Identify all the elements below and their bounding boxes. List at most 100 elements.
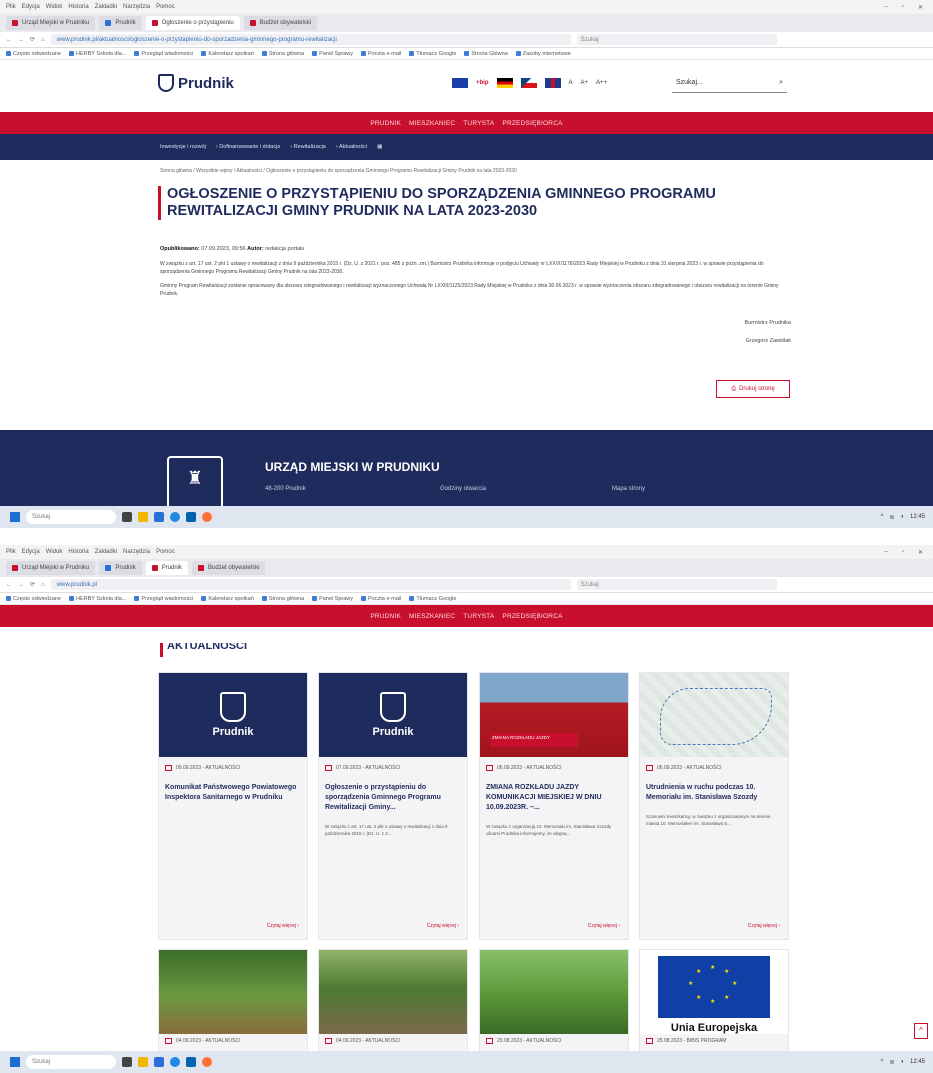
bookmark-item[interactable]: Strona Główna: [464, 51, 508, 57]
browser-tab[interactable]: Budżet obywatelski: [192, 561, 266, 575]
forward-icon[interactable]: →: [18, 37, 24, 43]
outlook-icon[interactable]: [186, 1057, 196, 1067]
edge-icon[interactable]: [154, 1057, 164, 1067]
main-menu-item[interactable]: PRZEDSIĘBIORCA: [502, 120, 562, 127]
outlook-icon[interactable]: [186, 512, 196, 522]
reload-icon[interactable]: ⟳: [30, 36, 35, 43]
site-logo[interactable]: Prudnik: [158, 74, 234, 92]
bookmark-item[interactable]: Zasoby internetowe: [515, 51, 571, 57]
german-flag-icon[interactable]: [496, 78, 513, 88]
menu-view[interactable]: Widok: [46, 549, 63, 555]
windows-start-icon[interactable]: [10, 1057, 20, 1067]
sub-menu-item[interactable]: › Dofinansowanie i dotacje: [216, 144, 281, 150]
menu-tools[interactable]: Narzędzia: [123, 4, 150, 10]
bookmark-item[interactable]: Tłumacz Google: [409, 51, 456, 57]
scroll-to-top-button[interactable]: ^: [914, 1023, 928, 1039]
bookmark-item[interactable]: Kalendarz spotkań: [201, 596, 254, 602]
minimize-icon[interactable]: –: [884, 4, 887, 11]
menu-help[interactable]: Pomoc: [156, 4, 175, 10]
task-view-icon[interactable]: [122, 1057, 132, 1067]
file-explorer-icon[interactable]: [138, 512, 148, 522]
news-card[interactable]: 06.09.2023 - AKTUALNOŚCI Utrudnienia w r…: [639, 672, 789, 940]
menu-edit[interactable]: Edycja: [22, 549, 40, 555]
bip-badge[interactable]: +bip: [476, 80, 489, 86]
main-menu-item[interactable]: TURYSTA: [463, 120, 494, 127]
bookmark-item[interactable]: Przegląd wiadomości: [134, 596, 193, 602]
browser-tab-active[interactable]: Ogłoszenie o przystąpieniu: [145, 16, 240, 30]
news-card[interactable]: Prudnik 07.09.2023 - AKTUALNOŚCI Ogłosze…: [318, 672, 468, 940]
forward-icon[interactable]: →: [18, 582, 24, 588]
menu-file[interactable]: Plik: [6, 4, 16, 10]
edge-icon[interactable]: [154, 512, 164, 522]
windows-start-icon[interactable]: [10, 512, 20, 522]
bookmark-item[interactable]: Często odwiedzane: [6, 596, 61, 602]
chrome-icon[interactable]: [170, 1057, 180, 1067]
menu-help[interactable]: Pomoc: [156, 549, 175, 555]
taskbar-search[interactable]: Szukaj: [26, 510, 116, 524]
news-card[interactable]: ★ ★ ★ ★ ★ ★ ★ ★ Unia Europejska 25.08.2023 - …: [639, 949, 789, 1053]
file-explorer-icon[interactable]: [138, 1057, 148, 1067]
czech-flag-icon[interactable]: [520, 78, 537, 88]
news-card[interactable]: Prudnik 09.09.2023 - AKTUALNOŚCI Komunik…: [158, 672, 308, 940]
read-more-link[interactable]: Czytaj więcej ›: [267, 923, 299, 929]
tray-chevron-icon[interactable]: ^: [881, 1059, 884, 1065]
bookmark-item[interactable]: Tłumacz Google: [409, 596, 456, 602]
back-icon[interactable]: ←: [6, 37, 12, 43]
bookmark-item[interactable]: HERBY Szkoła dla...: [69, 51, 126, 57]
chrome-icon[interactable]: [170, 512, 180, 522]
news-card[interactable]: ZMIANA ROZKŁADU JAZDY 06.09.2023 - AKTUA…: [479, 672, 629, 940]
menu-tools[interactable]: Narzędzia: [123, 549, 150, 555]
menu-bookmarks[interactable]: Zakładki: [95, 4, 117, 10]
font-size-normal[interactable]: A: [569, 80, 573, 86]
browser-tab-active[interactable]: Prudnik: [145, 561, 189, 575]
bookmark-item[interactable]: HERBY Szkoła dla...: [69, 596, 126, 602]
back-icon[interactable]: ←: [6, 582, 12, 588]
news-card[interactable]: 04.09.2023 - AKTUALNOŚCI: [318, 949, 468, 1053]
news-card[interactable]: 04.09.2023 - AKTUALNOŚCI: [158, 949, 308, 1053]
english-flag-icon[interactable]: [544, 78, 561, 88]
bookmark-item[interactable]: Strona główna: [261, 596, 304, 602]
footer-hours[interactable]: Godziny otwarcia: [440, 486, 486, 492]
reload-icon[interactable]: ⟳: [30, 581, 35, 588]
menu-history[interactable]: Historia: [68, 4, 88, 10]
read-more-link[interactable]: Czytaj więcej ›: [427, 923, 459, 929]
url-bar[interactable]: www.prudnik.pl/aktualnosci/ogloszenie-o-…: [50, 34, 571, 45]
menu-bookmarks[interactable]: Zakładki: [95, 549, 117, 555]
menu-view[interactable]: Widok: [46, 4, 63, 10]
task-view-icon[interactable]: [122, 512, 132, 522]
news-card[interactable]: 29.08.2023 - AKTUALNOŚCI: [479, 949, 629, 1053]
clock[interactable]: 12:45: [910, 1059, 925, 1065]
eu-flag-icon[interactable]: [452, 78, 468, 88]
browser-tab[interactable]: Prudnik: [99, 16, 142, 30]
news-card-title[interactable]: ZMIANA ROZKŁADU JAZDY KOMUNIKACJI MIEJSK…: [480, 771, 628, 813]
news-card-title[interactable]: Ogłoszenie o przystąpieniu do sporządzen…: [319, 771, 467, 813]
firefox-icon[interactable]: [202, 512, 212, 522]
bookmark-item[interactable]: Często odwiedzane: [6, 51, 61, 57]
magnifier-icon[interactable]: ⌕: [779, 79, 783, 87]
browser-search-input[interactable]: Szukaj: [576, 34, 777, 45]
firefox-icon[interactable]: [202, 1057, 212, 1067]
main-menu-item[interactable]: MIESZKANIEC: [409, 120, 455, 127]
sub-menu-item[interactable]: › Rewitalizacja: [290, 144, 325, 150]
bookmark-item[interactable]: Poczta e-mail: [361, 596, 401, 602]
bookmark-item[interactable]: Poczta e-mail: [361, 51, 401, 57]
volume-icon[interactable]: ◖: [900, 1059, 904, 1065]
browser-tab[interactable]: Urząd Miejski w Prudniku: [6, 16, 96, 30]
volume-icon[interactable]: ◖: [900, 514, 904, 520]
menu-history[interactable]: Historia: [68, 549, 88, 555]
breadcrumb[interactable]: Strona główna / Wszystkie wpisy / Aktual…: [160, 168, 517, 174]
menu-file[interactable]: Plik: [6, 549, 16, 555]
print-button[interactable]: ⎙ Drukuj stronę: [716, 380, 790, 398]
maximize-icon[interactable]: ▫: [902, 549, 904, 556]
url-bar[interactable]: www.prudnik.pl: [50, 579, 571, 590]
menu-edit[interactable]: Edycja: [22, 4, 40, 10]
font-size-xlarge[interactable]: A++: [596, 80, 607, 86]
close-icon[interactable]: ✕: [918, 4, 923, 11]
taskbar-search[interactable]: Szukaj: [26, 1055, 116, 1069]
browser-tab[interactable]: Budżet obywatelski: [243, 16, 318, 30]
wifi-icon[interactable]: ≋: [889, 514, 894, 521]
browser-search-input[interactable]: Szukaj: [576, 579, 777, 590]
close-icon[interactable]: ✕: [918, 549, 923, 556]
main-menu-item[interactable]: TURYSTA: [463, 613, 494, 620]
font-size-large[interactable]: A+: [581, 80, 589, 86]
